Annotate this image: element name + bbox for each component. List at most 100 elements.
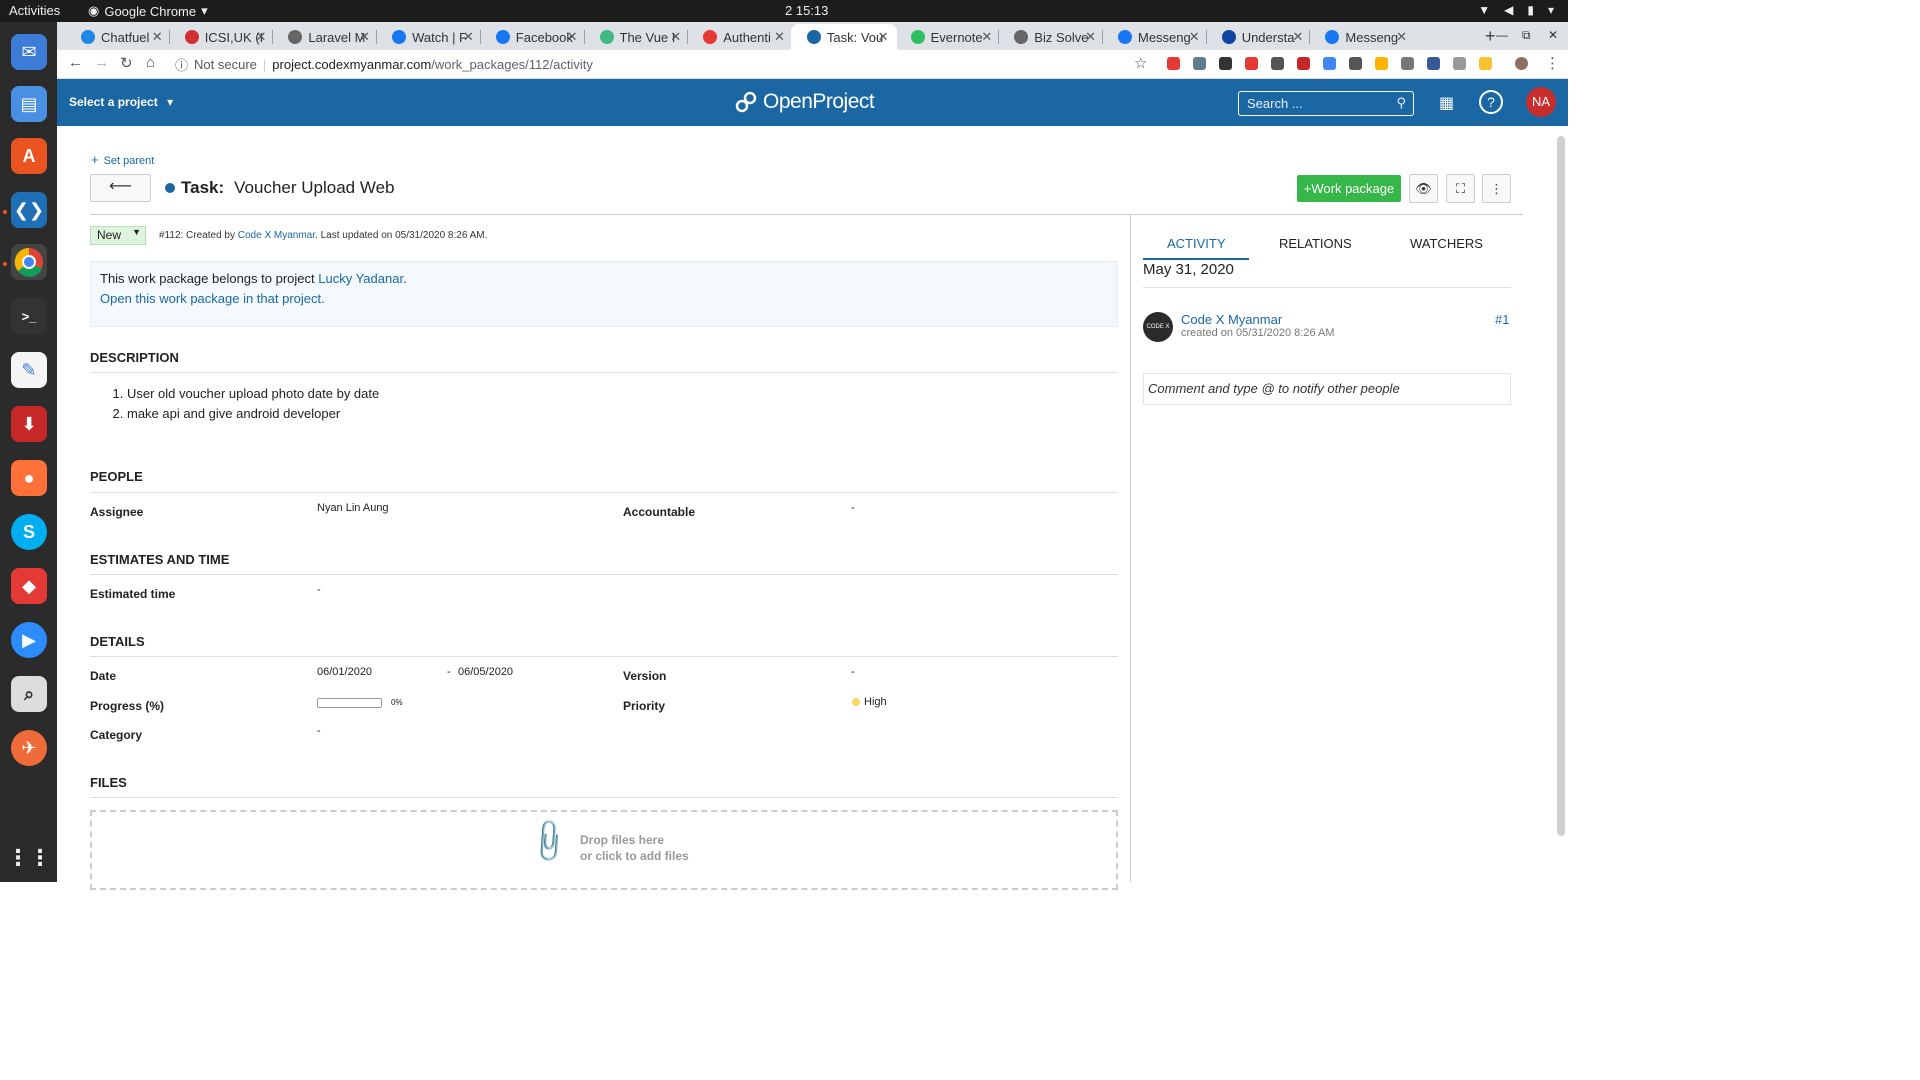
reload-icon[interactable]: ↻ [120,54,133,72]
files-icon[interactable]: ▤ [11,86,47,122]
tab-close-icon[interactable]: ✕ [774,29,785,45]
open-in-project-link[interactable]: Open this work package in that project. [100,289,1108,309]
extension-facebook-icon[interactable] [1427,57,1440,70]
extension-keyboard-icon[interactable] [1219,57,1232,70]
add-work-package-button[interactable]: +Work package [1297,175,1401,202]
project-link[interactable]: Lucky Yadanar [318,271,403,286]
bookmark-star-icon[interactable]: ☆ [1134,54,1147,72]
browser-tab[interactable]: The Vue I ✕ [584,24,690,50]
browser-tab[interactable]: Watch | F ✕ [376,24,482,50]
browser-tab[interactable]: Understa ✕ [1206,24,1312,50]
comment-input[interactable]: Comment and type @ to notify other peopl… [1143,373,1511,405]
menu-dots-icon[interactable]: ⋮ [1545,54,1560,72]
tab-close-icon[interactable]: ✕ [878,29,889,45]
status-dropdown[interactable]: New ▼ [90,226,146,245]
software-center-icon[interactable]: A [11,138,47,174]
watch-button[interactable]: 👁 [1409,174,1438,203]
version-field[interactable]: - [851,666,855,678]
browser-tab[interactable]: Chatfuel ✕ [65,24,171,50]
project-selector[interactable]: Select a project ▾ [69,95,173,109]
file-dropzone[interactable]: 📎 Drop files here or click to add files [90,810,1118,890]
browser-tab[interactable]: Facebook ✕ [480,24,586,50]
address-bar[interactable]: ⓘ Not secure | project.codexmyanmar.com /… [175,52,1155,76]
tab-watchers[interactable]: WATCHERS [1410,236,1483,251]
browser-tab[interactable]: Messeng ✕ [1102,24,1208,50]
firefox-icon[interactable]: ● [11,460,47,496]
tab-close-icon[interactable]: ✕ [567,29,578,45]
progress-bar[interactable] [317,698,382,708]
more-actions-button[interactable]: ⋮ [1482,174,1511,203]
search-input[interactable]: Search ... ⚲ [1238,91,1414,116]
tab-close-icon[interactable]: ✕ [255,29,266,45]
back-button[interactable]: ⟵ [90,174,151,202]
home-icon[interactable]: ⌂ [146,54,155,71]
minimize-button[interactable]: — [1496,28,1508,42]
fullscreen-button[interactable]: ⛶ [1446,174,1475,203]
screenshot-icon[interactable]: ⌕ [11,676,47,712]
tab-relations[interactable]: RELATIONS [1279,236,1352,251]
extension-eyedropper-icon[interactable] [1193,57,1206,70]
browser-tab[interactable]: Authenti ✕ [687,24,793,50]
tab-close-icon[interactable]: ✕ [359,29,370,45]
extension-pocket-icon[interactable] [1245,57,1258,70]
extension-link-icon[interactable] [1453,57,1466,70]
activities-button[interactable]: Activities [9,3,60,18]
extension-vue-icon[interactable] [1349,57,1362,70]
activity-user-avatar[interactable]: CODE X [1143,312,1173,342]
browser-tab[interactable]: Messeng ✕ [1309,24,1415,50]
app-menu[interactable]: ◉ Google Chrome ▾ [88,3,208,19]
new-tab-button[interactable]: + [1485,26,1496,47]
terminal-icon[interactable]: >_ [11,298,47,334]
estimated-time-field[interactable]: - [317,584,321,596]
show-apps-icon[interactable]: ⋮⋮ [7,840,51,876]
description-field[interactable]: User old voucher upload photo date by da… [111,384,379,424]
system-tray[interactable]: ▼ ◀ ▮ ▾ [1478,3,1554,17]
back-icon[interactable]: ← [68,54,83,71]
accountable-field[interactable]: - [851,502,855,514]
priority-field[interactable]: High [864,696,887,708]
pane-divider[interactable] [1130,215,1131,882]
maximize-button[interactable]: ⧉ [1522,28,1531,43]
openproject-logo[interactable]: OpenProject [735,90,875,114]
extension-on-icon[interactable] [1375,57,1388,70]
postman-icon[interactable]: ✈ [11,730,47,766]
modules-grid-icon[interactable]: ▦ [1439,93,1454,113]
extension-color-icon[interactable] [1167,57,1180,70]
set-parent-link[interactable]: + Set parent [91,152,154,167]
tab-close-icon[interactable]: ✕ [1396,29,1407,45]
subject-field[interactable]: Voucher Upload Web [234,178,394,198]
extension-stack-icon[interactable] [1401,57,1414,70]
extension-lastpass-icon[interactable] [1297,57,1310,70]
tab-close-icon[interactable]: ✕ [463,29,474,45]
clock[interactable]: 2 15:13 [785,3,828,18]
tab-close-icon[interactable]: ✕ [1189,29,1200,45]
text-editor-icon[interactable]: ✎ [11,352,47,388]
category-field[interactable]: - [317,725,321,737]
author-link[interactable]: Code X Myanmar [238,230,315,241]
browser-tab[interactable]: Evernote ✕ [895,24,1001,50]
scrollbar[interactable] [1557,136,1565,836]
tab-close-icon[interactable]: ✕ [152,29,163,45]
assignee-field[interactable]: Nyan Lin Aung [317,502,389,514]
mail-client-icon[interactable]: ✉ [11,34,47,70]
profile-icon[interactable] [1515,57,1528,70]
browser-tab[interactable]: ICSI,UK (I ✕ [169,24,275,50]
tab-activity[interactable]: ACTIVITY [1167,236,1226,251]
extension-calendar-icon[interactable] [1479,57,1492,70]
help-icon[interactable]: ? [1479,90,1503,114]
end-date-field[interactable]: 06/05/2020 [458,666,513,678]
tab-close-icon[interactable]: ✕ [981,29,992,45]
anydesk-icon[interactable]: ◆ [11,568,47,604]
user-avatar[interactable]: NA [1526,87,1556,117]
tab-close-icon[interactable]: ✕ [1085,29,1096,45]
download-manager-icon[interactable]: ⬇ [11,406,47,442]
activity-user-link[interactable]: Code X Myanmar [1181,312,1282,327]
close-window-button[interactable]: ✕ [1548,28,1558,42]
activity-number-link[interactable]: #1 [1495,312,1509,327]
zoom-icon[interactable]: ▶ [11,622,47,658]
browser-tab[interactable]: Laravel M ✕ [272,24,378,50]
forward-icon[interactable]: → [94,54,109,71]
start-date-field[interactable]: 06/01/2020 [317,666,372,678]
extension-translate-icon[interactable] [1323,57,1336,70]
browser-tab[interactable]: Biz Solve ✕ [998,24,1104,50]
